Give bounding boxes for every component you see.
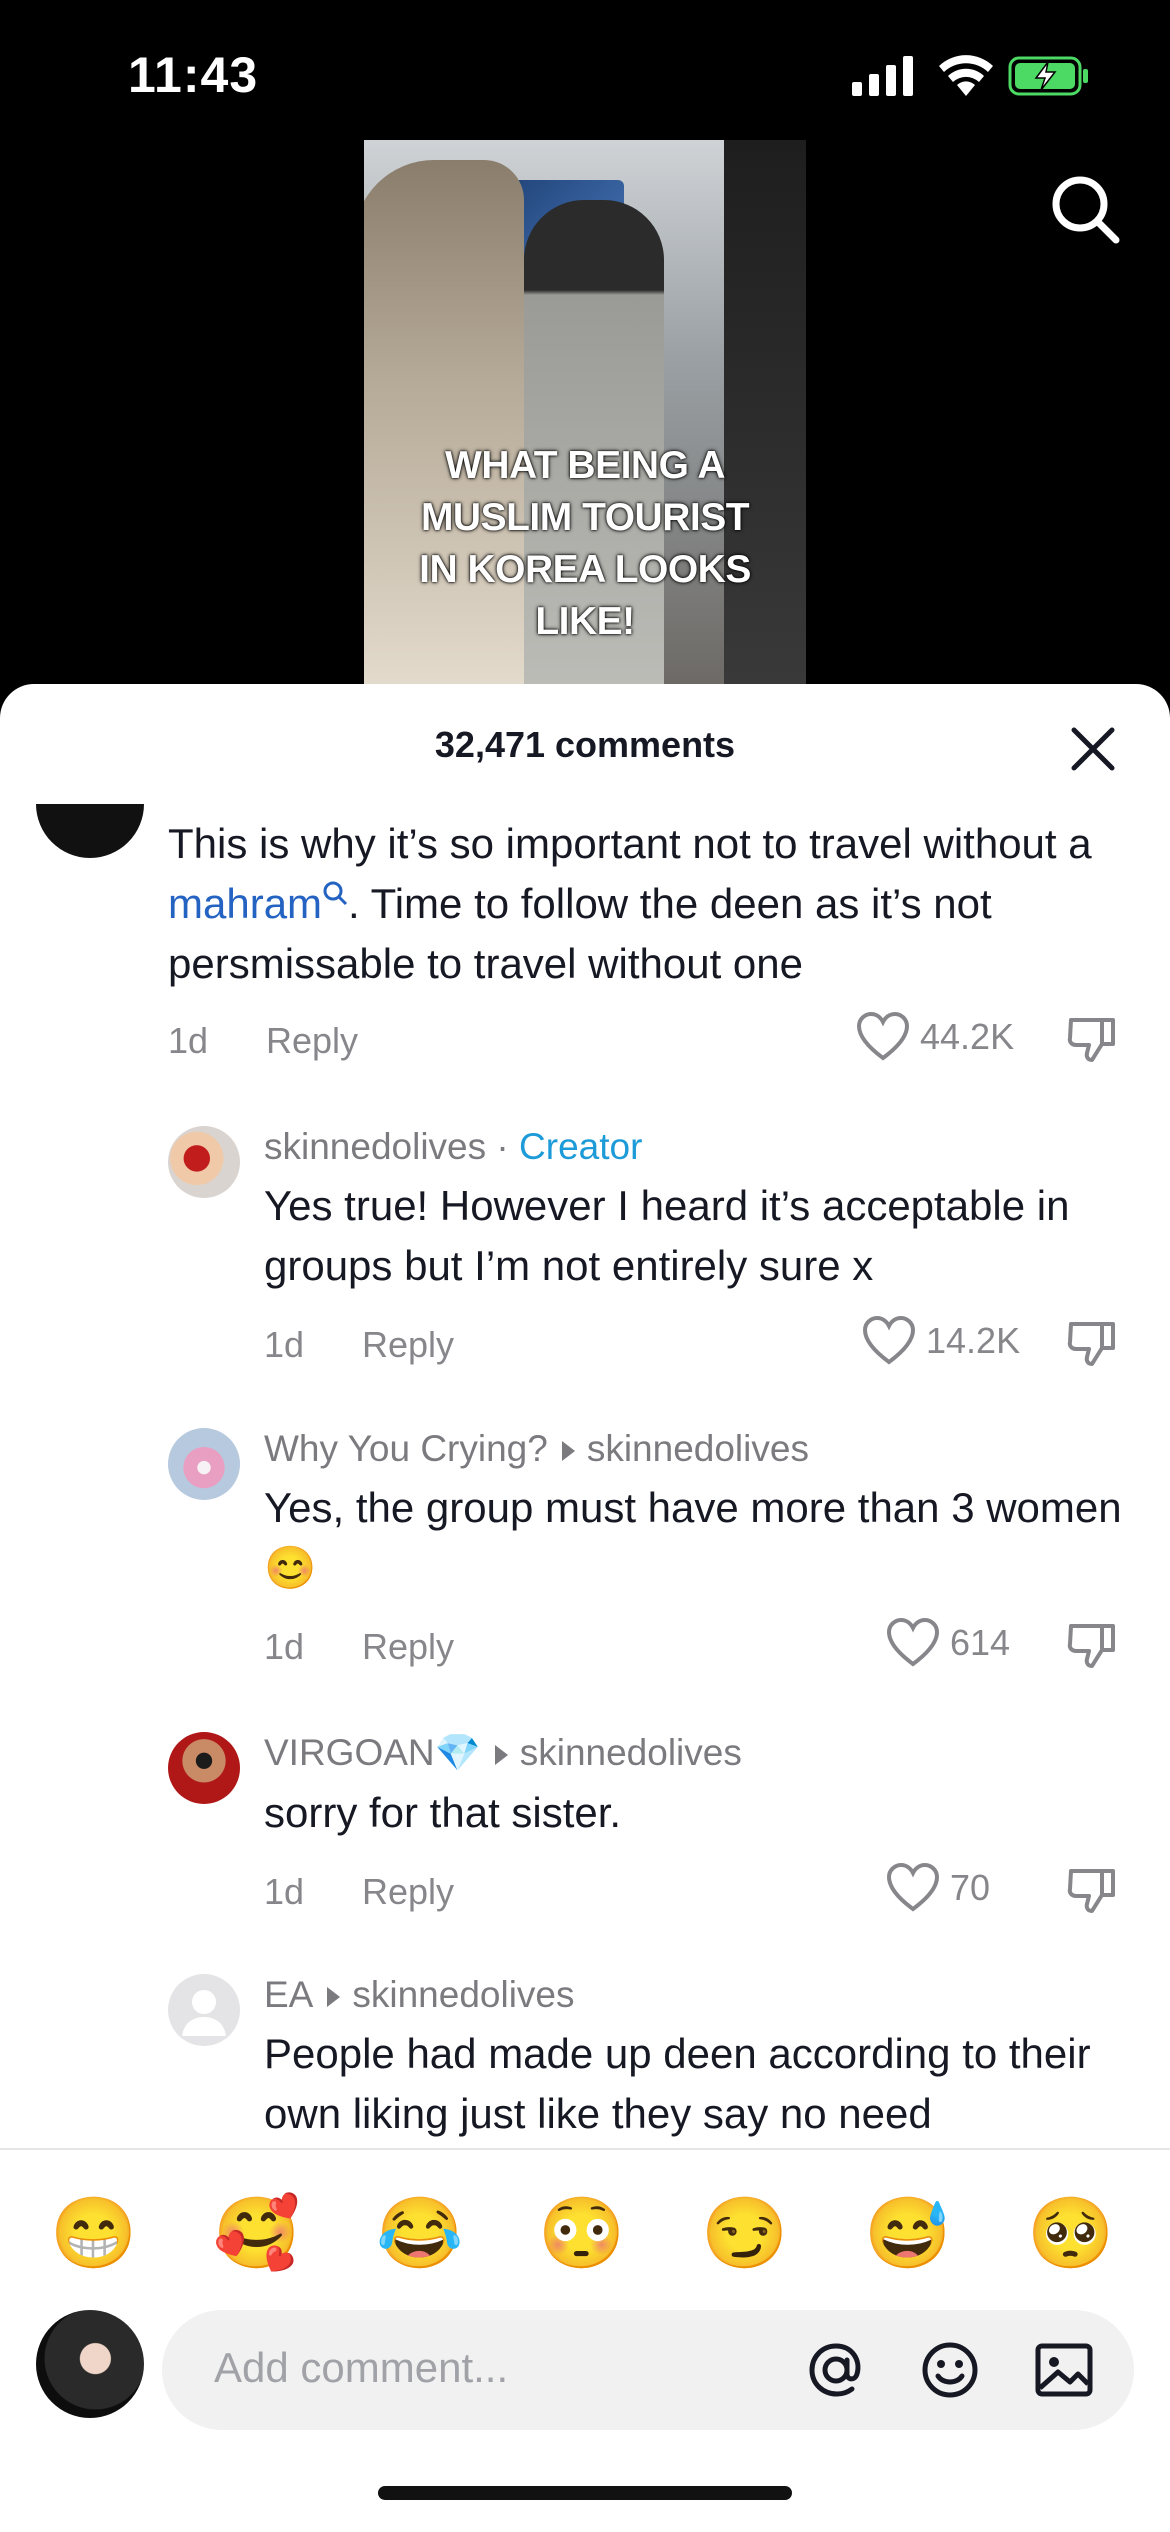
dislike-icon bbox=[1067, 1624, 1115, 1668]
comment-meta: 1d Reply 14.2K bbox=[264, 1310, 1144, 1380]
comment-list[interactable]: This is why it’s so important not to tra… bbox=[0, 804, 1170, 2150]
heart-icon bbox=[856, 1012, 910, 1061]
reply-arrow-icon bbox=[494, 1745, 508, 1766]
comment-author[interactable]: skinnedolives · Creator bbox=[264, 1126, 1144, 1168]
comment-text: This is why it’s so important not to tra… bbox=[168, 820, 1092, 987]
comment-text: Yes true! However I heard it’s acceptabl… bbox=[264, 1182, 1070, 1289]
dislike-button[interactable] bbox=[1066, 1012, 1118, 1073]
dislike-button[interactable] bbox=[1066, 1618, 1118, 1679]
reply-button[interactable]: Reply bbox=[362, 1871, 454, 1913]
smile-icon[interactable] bbox=[916, 2336, 984, 2404]
search-button[interactable] bbox=[1046, 170, 1126, 250]
comment-meta: 1d Reply 614 bbox=[264, 1612, 1144, 1682]
signal-icon bbox=[852, 56, 913, 96]
battery-icon bbox=[1008, 56, 1088, 96]
avatar[interactable] bbox=[168, 1428, 240, 1500]
video-player[interactable]: WHAT BEING A MUSLIM TOURIST IN KOREA LOO… bbox=[364, 140, 806, 685]
search-icon bbox=[1052, 176, 1120, 244]
comment-author[interactable]: VIRGOAN💎 skinnedolives bbox=[264, 1732, 1144, 1775]
comment-composer: 😁 🥰 😂 😳 😏 😅 🥺 Add comment... bbox=[0, 2148, 1170, 2532]
like-button[interactable]: 14.2K bbox=[862, 1316, 1020, 1366]
default-avatar-icon bbox=[182, 1990, 226, 2036]
my-avatar[interactable] bbox=[36, 2310, 144, 2418]
dislike-button[interactable] bbox=[1066, 1316, 1118, 1377]
status-time: 11:43 bbox=[128, 47, 259, 103]
like-count: 44.2K bbox=[920, 1016, 1015, 1057]
at-icon[interactable] bbox=[802, 2336, 870, 2404]
avatar[interactable] bbox=[168, 1126, 240, 1198]
emoji-button[interactable]: 🥺 bbox=[1027, 2190, 1114, 2276]
comment-meta: 1d Reply 44.2K bbox=[168, 1006, 1128, 1076]
comment-text: People had made up deen according to the… bbox=[264, 2030, 1091, 2137]
comment-meta: 1d Reply 70 bbox=[264, 1857, 1144, 1927]
comment-item: skinnedolives · Creator Yes true! Howeve… bbox=[264, 1126, 1144, 1380]
home-indicator bbox=[378, 2486, 792, 2500]
dislike-button[interactable] bbox=[1066, 1863, 1118, 1924]
heart-icon bbox=[886, 1618, 940, 1667]
avatar[interactable] bbox=[168, 1974, 240, 2046]
comment-time: 1d bbox=[264, 1871, 305, 1912]
emoji-button[interactable]: 😂 bbox=[376, 2190, 463, 2276]
comment-text: Yes, the group must have more than 3 wom… bbox=[264, 1484, 1122, 1591]
emoji-button[interactable]: 😏 bbox=[701, 2190, 788, 2276]
close-button[interactable] bbox=[1066, 722, 1120, 776]
heart-icon bbox=[862, 1316, 916, 1365]
video-caption: WHAT BEING A MUSLIM TOURIST IN KOREA LOO… bbox=[419, 444, 751, 643]
avatar[interactable] bbox=[168, 1732, 240, 1804]
comments-header: 32,471 comments bbox=[0, 684, 1170, 804]
dislike-icon bbox=[1067, 1018, 1115, 1062]
reply-arrow-icon bbox=[327, 1987, 341, 2008]
close-icon bbox=[1071, 727, 1115, 771]
comment-time: 1d bbox=[264, 1626, 305, 1667]
heart-icon bbox=[886, 1863, 940, 1912]
emoji-button[interactable]: 😳 bbox=[538, 2190, 625, 2276]
dislike-icon bbox=[1067, 1869, 1115, 1913]
reply-button[interactable]: Reply bbox=[362, 1324, 454, 1366]
emoji-bar: 😁 🥰 😂 😳 😏 😅 🥺 bbox=[0, 2190, 1170, 2290]
avatar[interactable] bbox=[36, 804, 144, 858]
comment-item: VIRGOAN💎 skinnedolives sorry for that sis… bbox=[264, 1732, 1144, 1927]
comment-author[interactable]: EA skinnedolives bbox=[264, 1974, 1154, 2016]
like-count: 70 bbox=[950, 1867, 991, 1908]
like-button[interactable]: 70 bbox=[886, 1863, 990, 1913]
search-icon bbox=[323, 881, 348, 906]
reply-button[interactable]: Reply bbox=[266, 1020, 358, 1062]
reply-button[interactable]: Reply bbox=[362, 1626, 454, 1668]
like-button[interactable]: 614 bbox=[886, 1618, 1010, 1668]
dislike-icon bbox=[1067, 1322, 1115, 1366]
comment-text: sorry for that sister. bbox=[264, 1789, 622, 1836]
like-button[interactable]: 44.2K bbox=[856, 1012, 1014, 1062]
comment-author[interactable]: Why You Crying? skinnedolives bbox=[264, 1428, 1144, 1470]
comment-input-placeholder: Add comment... bbox=[214, 2344, 509, 2391]
emoji-button[interactable]: 😅 bbox=[864, 2190, 951, 2276]
image-icon[interactable] bbox=[1030, 2336, 1098, 2404]
emoji-button[interactable]: 🥰 bbox=[213, 2190, 300, 2276]
comment-count: 32,471 comments bbox=[434, 724, 736, 765]
creator-badge: Creator bbox=[519, 1126, 643, 1167]
like-count: 614 bbox=[950, 1622, 1011, 1663]
comments-sheet: 32,471 comments This is why it’s so impo… bbox=[0, 684, 1170, 2532]
comment-item: EA skinnedolives People had made up deen … bbox=[264, 1974, 1154, 2144]
comment-input[interactable]: Add comment... bbox=[162, 2310, 1134, 2430]
status-bar: 11:43 bbox=[0, 0, 1170, 150]
wifi-icon bbox=[939, 55, 993, 96]
comment-item: Why You Crying? skinnedolives Yes, the gr… bbox=[264, 1428, 1144, 1682]
like-count: 14.2K bbox=[926, 1320, 1021, 1361]
reply-arrow-icon bbox=[561, 1441, 575, 1462]
mahram-link[interactable]: mahram bbox=[168, 880, 348, 927]
comment-item: This is why it’s so important not to tra… bbox=[168, 814, 1128, 1076]
comment-time: 1d bbox=[264, 1324, 305, 1365]
emoji-button[interactable]: 😁 bbox=[50, 2190, 137, 2276]
comment-time: 1d bbox=[168, 1020, 209, 1061]
